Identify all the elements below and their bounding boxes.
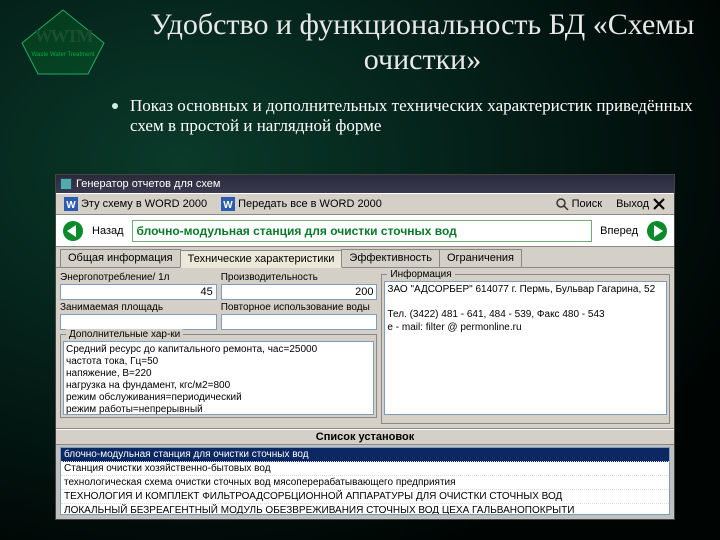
exit-button[interactable]: Выход	[612, 196, 670, 212]
app-window: Генератор отчетов для схем W Эту схему в…	[55, 174, 675, 520]
search-button[interactable]: Поиск	[551, 196, 606, 212]
list-header: Список установок	[56, 429, 674, 445]
app-icon	[60, 178, 72, 190]
toolbar: W Эту схему в WORD 2000 W Передать все в…	[56, 193, 674, 215]
list-item[interactable]: Станция очистки хозяйственно-бытовых вод	[61, 462, 669, 476]
list-item[interactable]: ЛОКАЛЬНЫЙ БЕЗРЕАГЕНТНЫЙ МОДУЛЬ ОБЕЗВРЕЖИ…	[61, 504, 669, 515]
info-text: ЗАО "АДСОРБЕР" 614077 г. Пермь, Бульвар …	[384, 281, 667, 415]
reuse-input[interactable]	[221, 314, 378, 330]
word-icon: W	[64, 197, 78, 211]
list-item[interactable]: ТЕХНОЛОГИЯ И КОМПЛЕКТ ФИЛЬТРОАДСОРБЦИОНН…	[61, 490, 669, 504]
tab-limits[interactable]: Ограничения	[439, 249, 522, 267]
close-icon	[652, 197, 666, 211]
energy-input[interactable]	[60, 284, 217, 300]
info-label: Информация	[387, 269, 454, 280]
extra-label: Дополнительные хар-ки	[66, 329, 183, 340]
slide-logo: WWTM Waste Water Treatment	[18, 8, 108, 78]
installation-list[interactable]: блочно-модульная станция для очистки сто…	[60, 447, 670, 515]
search-icon	[555, 197, 569, 211]
info-group: Информация ЗАО "АДСОРБЕР" 614077 г. Перм…	[381, 274, 670, 424]
tab-efficiency[interactable]: Эффективность	[341, 249, 440, 267]
svg-text:W: W	[66, 200, 76, 211]
current-scheme-name: блочно-модульная станция для очистки сто…	[132, 220, 593, 242]
area-label: Занимаемая площадь	[60, 302, 217, 313]
svg-text:W: W	[223, 200, 233, 211]
word-icon: W	[221, 197, 235, 211]
export-all-word-button[interactable]: W Передать все в WORD 2000	[217, 196, 386, 212]
nav-back-label: Назад	[92, 225, 124, 237]
window-title: Генератор отчетов для схем	[76, 178, 220, 190]
tech-panel: Энергопотребление/ 1л Производительность…	[56, 268, 674, 429]
slide-title: Удобство и функциональность БД «Схемы оч…	[145, 8, 700, 77]
nav-row: Назад блочно-модульная станция для очист…	[56, 215, 674, 247]
nav-forward-button[interactable]	[646, 220, 668, 242]
energy-label: Энергопотребление/ 1л	[60, 272, 217, 283]
perf-label: Производительность	[221, 272, 378, 283]
logo-letters: WWTM	[35, 26, 94, 46]
svg-text:Waste Water Treatment: Waste Water Treatment	[32, 52, 95, 58]
list-item[interactable]: блочно-модульная станция для очистки сто…	[61, 448, 669, 462]
titlebar: Генератор отчетов для схем	[56, 175, 674, 193]
nav-forward-label: Вперед	[600, 225, 638, 237]
extra-text[interactable]: Средний ресурс до капитального ремонта, …	[63, 341, 374, 415]
list-item[interactable]: технологическая схема очистки сточных во…	[61, 476, 669, 490]
reuse-label: Повторное использование воды	[221, 302, 378, 313]
area-input[interactable]	[60, 314, 217, 330]
tab-tech[interactable]: Технические характеристики	[180, 250, 343, 268]
nav-back-button[interactable]	[62, 220, 84, 242]
tabs: Общая информация Технические характерист…	[56, 247, 674, 268]
slide-bullet: Показ основных и дополнительных техничес…	[130, 96, 695, 136]
perf-input[interactable]	[221, 284, 378, 300]
tab-general[interactable]: Общая информация	[60, 249, 181, 267]
extra-group: Дополнительные хар-ки Средний ресурс до …	[60, 334, 377, 418]
export-current-word-button[interactable]: W Эту схему в WORD 2000	[60, 196, 211, 212]
